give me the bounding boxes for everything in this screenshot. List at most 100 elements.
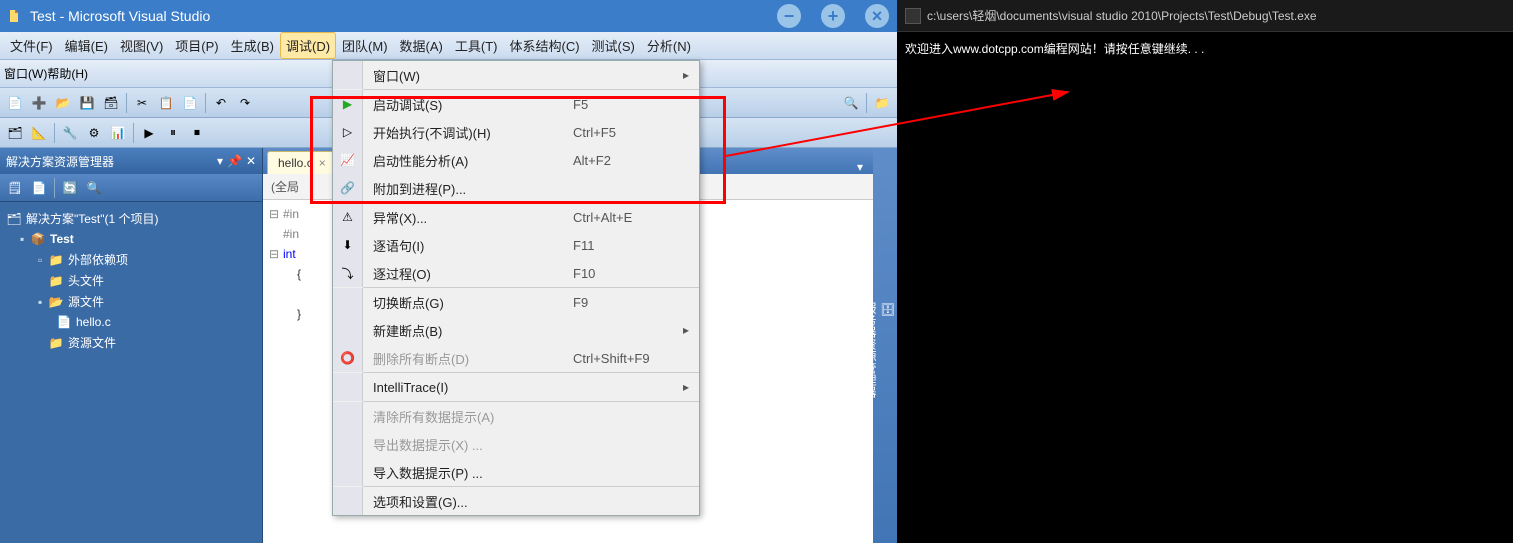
tb-icon[interactable]: ⚙ (83, 122, 105, 144)
vs-logo-icon (8, 8, 24, 24)
menu-item-icon: ⚠ (333, 203, 363, 231)
console-window: c:\users\轻烟\documents\visual studio 2010… (897, 0, 1513, 543)
menu-project[interactable]: 项目(P) (169, 32, 224, 59)
paste-icon[interactable]: 📄 (179, 92, 201, 114)
redo-icon[interactable]: ↷ (234, 92, 256, 114)
tb-icon[interactable]: 🔧 (59, 122, 81, 144)
save-icon[interactable]: 💾 (76, 92, 98, 114)
menu-item[interactable]: ⤵逐过程(O)F10 (333, 259, 699, 287)
dropdown-icon[interactable]: ▾ (217, 154, 223, 168)
menu-item[interactable]: 清除所有数据提示(A) (333, 402, 699, 430)
menu-item[interactable]: ▷开始执行(不调试)(H)Ctrl+F5 (333, 118, 699, 146)
menu-arch[interactable]: 体系结构(C) (503, 32, 585, 59)
menubar: 文件(F) 编辑(E) 视图(V) 项目(P) 生成(B) 调试(D) 团队(M… (0, 32, 897, 60)
menu-item-icon: ⬇ (333, 231, 363, 259)
separator (54, 178, 55, 198)
separator (126, 93, 127, 113)
menu-item-icon (333, 458, 363, 486)
file-hello-c[interactable]: 📄 hello.c (0, 312, 262, 332)
menu-item[interactable]: 切换断点(G)F9 (333, 288, 699, 316)
console-title: c:\users\轻烟\documents\visual studio 2010… (927, 7, 1317, 24)
solution-node[interactable]: 🗂 解决方案"Test"(1 个项目) (0, 208, 262, 229)
tb-icon[interactable]: ⏸ (162, 122, 184, 144)
tb-icon[interactable]: 🗂 (4, 122, 26, 144)
tb-icon[interactable]: ▶ (138, 122, 160, 144)
new-project-icon[interactable]: 📄 (4, 92, 26, 114)
menu-build[interactable]: 生成(B) (225, 32, 280, 59)
menu-test[interactable]: 测试(S) (586, 32, 641, 59)
minimize-button[interactable]: − (777, 4, 801, 28)
tb-icon[interactable]: 📊 (107, 122, 129, 144)
sidebar-title: 解决方案资源管理器 (6, 153, 114, 170)
menu-item[interactable]: 🔗附加到进程(P)... (333, 174, 699, 202)
menu-item[interactable]: 新建断点(B)▸ (333, 316, 699, 344)
menu-view[interactable]: 视图(V) (114, 32, 169, 59)
menu-item-label: 开始执行(不调试)(H) (363, 123, 573, 142)
undo-icon[interactable]: ↶ (210, 92, 232, 114)
right-dock: 🗄 服务器资源管理器 🔧 工具箱 (873, 148, 897, 543)
menu-item-shortcut: F5 (573, 97, 683, 112)
find-icon[interactable]: 🔍 (840, 92, 862, 114)
tab-close-icon[interactable]: × (319, 156, 326, 170)
maximize-button[interactable]: + (821, 4, 845, 28)
folder-headers[interactable]: 📁 头文件 (0, 270, 262, 291)
cut-icon[interactable]: ✂ (131, 92, 153, 114)
solution-icon[interactable]: 📁 (871, 92, 893, 114)
folder-label: 源文件 (68, 293, 104, 310)
menu-item[interactable]: 窗口(W)▸ (333, 61, 699, 89)
folder-open-icon: 📂 (48, 294, 64, 310)
close-panel-icon[interactable]: ✕ (246, 154, 256, 168)
separator (866, 93, 867, 113)
window-title: Test - Microsoft Visual Studio (30, 8, 210, 24)
add-item-icon[interactable]: ➕ (28, 92, 50, 114)
menu-item[interactable]: IntelliTrace(I)▸ (333, 373, 699, 401)
menu-item[interactable]: 📈启动性能分析(A)Alt+F2 (333, 146, 699, 174)
menu-item[interactable]: 选项和设置(G)... (333, 487, 699, 515)
menu-item-label: 附加到进程(P)... (363, 179, 573, 198)
menu-analyze[interactable]: 分析(N) (641, 32, 697, 59)
menu-item[interactable]: 导入数据提示(P) ... (333, 458, 699, 486)
menu-data[interactable]: 数据(A) (394, 32, 449, 59)
menu-item-icon (333, 402, 363, 430)
project-icon: 📦 (30, 231, 46, 247)
menu-item-icon (333, 430, 363, 458)
tb-icon[interactable]: 📐 (28, 122, 50, 144)
menu-file[interactable]: 文件(F) (4, 32, 59, 59)
close-button[interactable]: × (865, 4, 889, 28)
view-code-icon[interactable]: 🔍 (83, 177, 105, 199)
tab-hello-c[interactable]: hello.c × (267, 151, 337, 174)
menu-help[interactable]: 帮助(H) (47, 65, 88, 82)
menu-item-label: 异常(X)... (363, 208, 573, 227)
menu-item-shortcut: F9 (573, 295, 683, 310)
menu-tools[interactable]: 工具(T) (449, 32, 504, 59)
tab-dropdown-icon[interactable]: ▾ (851, 160, 869, 174)
tb-icon[interactable]: ⏹ (186, 122, 208, 144)
show-all-icon[interactable]: 📄 (28, 177, 50, 199)
project-node[interactable]: ▪ 📦 Test (0, 229, 262, 249)
folder-external[interactable]: ▫ 📁 外部依赖项 (0, 249, 262, 270)
open-icon[interactable]: 📂 (52, 92, 74, 114)
menu-item[interactable]: ⭕删除所有断点(D)Ctrl+Shift+F9 (333, 344, 699, 372)
copy-icon[interactable]: 📋 (155, 92, 177, 114)
folder-resources[interactable]: 📁 资源文件 (0, 332, 262, 353)
menu-item-label: 逐过程(O) (363, 264, 573, 283)
console-icon (905, 8, 921, 24)
folder-label: 头文件 (68, 272, 104, 289)
menu-debug[interactable]: 调试(D) (280, 32, 336, 59)
pin-icon[interactable]: 📌 (227, 154, 242, 168)
menu-item[interactable]: ⚠异常(X)...Ctrl+Alt+E (333, 203, 699, 231)
folder-source[interactable]: ▪ 📂 源文件 (0, 291, 262, 312)
menu-window[interactable]: 窗口(W) (4, 65, 47, 82)
menu-team[interactable]: 团队(M) (336, 32, 394, 59)
tab-label: hello.c (278, 156, 313, 170)
menu-edit[interactable]: 编辑(E) (59, 32, 114, 59)
refresh-icon[interactable]: 🔄 (59, 177, 81, 199)
console-output[interactable]: 欢迎进入www.dotcpp.com编程网站！请按任意键继续. . . (897, 32, 1513, 66)
menu-item-label: 清除所有数据提示(A) (363, 407, 573, 426)
save-all-icon[interactable]: 🗃 (100, 92, 122, 114)
properties-icon[interactable]: 🗒 (4, 177, 26, 199)
menu-item[interactable]: 导出数据提示(X) ... (333, 430, 699, 458)
menu-item[interactable]: ▶启动调试(S)F5 (333, 90, 699, 118)
menu-item-label: 窗口(W) (363, 66, 573, 85)
menu-item[interactable]: ⬇逐语句(I)F11 (333, 231, 699, 259)
